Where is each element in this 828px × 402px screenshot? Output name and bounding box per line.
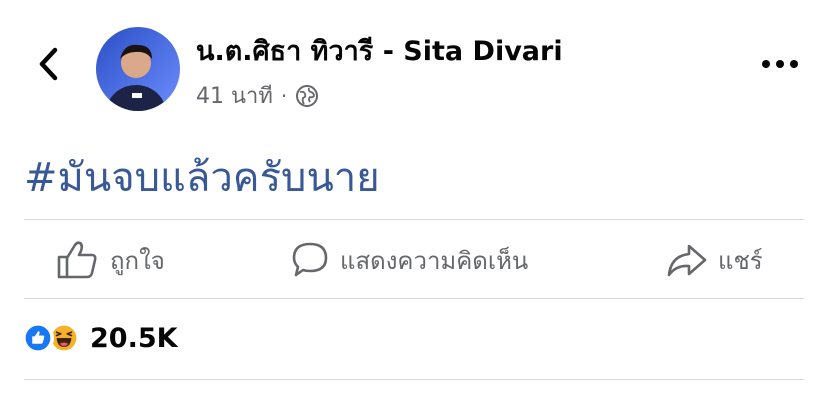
post-time[interactable]: 41 นาที — [196, 78, 273, 113]
more-options-button[interactable] — [756, 52, 804, 76]
share-arrow-icon — [667, 244, 707, 277]
like-label: ถูกใจ — [110, 246, 165, 275]
back-button[interactable] — [28, 42, 68, 86]
divider — [24, 379, 804, 380]
share-button[interactable]: แชร์ — [666, 232, 763, 288]
reaction-count: 20.5K — [90, 322, 178, 354]
back-chevron-icon — [39, 47, 58, 81]
reactions-summary[interactable]: 20.5K — [22, 322, 178, 354]
post-meta: 41 นาที · — [196, 78, 319, 113]
share-label: แชร์ — [718, 246, 763, 275]
divider — [24, 298, 804, 299]
meta-separator: · — [280, 83, 288, 108]
divider — [24, 219, 804, 220]
post-hashtag[interactable]: #มันจบแล้วครับนาย — [24, 145, 380, 209]
comment-button[interactable]: แสดงความคิดเห็น — [290, 232, 528, 288]
avatar[interactable] — [96, 27, 180, 111]
globe-icon — [296, 84, 319, 107]
comment-label: แสดงความคิดเห็น — [340, 246, 529, 275]
comment-bubble-icon — [292, 242, 328, 277]
author-name[interactable]: น.ต.ศิธา ทิวารี - Sita Divari — [196, 29, 563, 72]
like-reaction-icon — [22, 322, 54, 354]
like-button[interactable]: ถูกใจ — [56, 232, 165, 288]
more-dots-icon — [762, 60, 798, 68]
thumbs-up-icon — [57, 241, 97, 279]
